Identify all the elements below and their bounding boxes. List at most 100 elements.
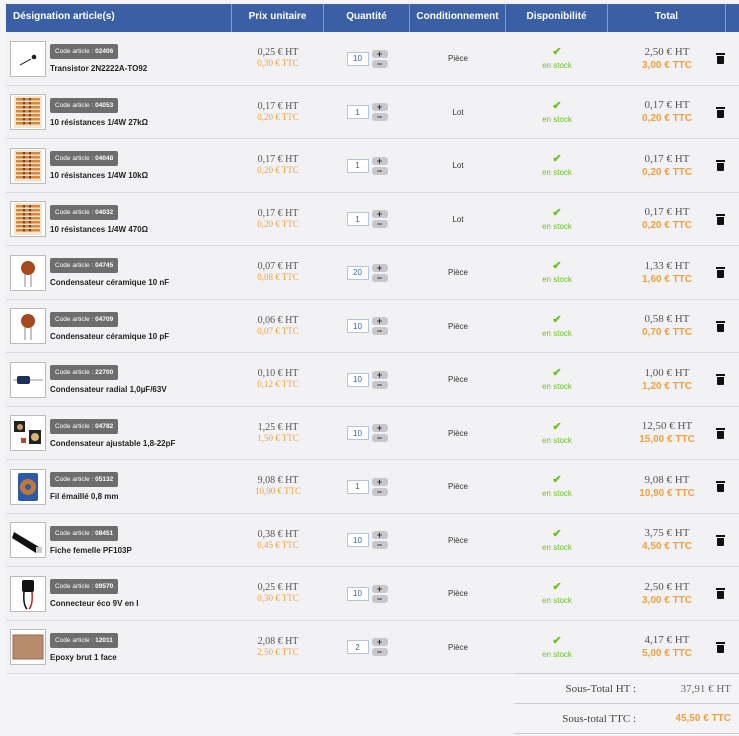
minus-icon[interactable]: − [371, 541, 388, 550]
unit-price-ttc: 0,12 € TTC [257, 379, 299, 389]
plus-icon[interactable]: + [371, 584, 388, 593]
line-total-ht: 9,08 € HT [644, 473, 690, 486]
quantity-stepper: +− [346, 637, 388, 657]
product-name[interactable]: Condensateur céramique 10 pF [50, 332, 169, 341]
trash-icon[interactable] [715, 160, 725, 171]
quantity-input[interactable] [346, 640, 369, 654]
quantity-cell: +− [324, 514, 410, 566]
plus-icon[interactable]: + [371, 210, 388, 219]
plus-icon[interactable]: + [371, 477, 388, 486]
product-thumbnail[interactable] [10, 308, 46, 344]
quantity-input[interactable] [346, 51, 369, 66]
trash-icon[interactable] [715, 481, 725, 492]
product-thumbnail[interactable] [10, 575, 46, 612]
product-thumbnail[interactable] [10, 468, 46, 505]
plus-icon[interactable]: + [371, 103, 388, 112]
product-name[interactable]: 10 résistances 1/4W 470Ω [50, 225, 148, 234]
minus-icon[interactable]: − [371, 434, 388, 443]
product-thumbnail[interactable] [10, 147, 46, 184]
quantity-input[interactable] [346, 265, 369, 280]
product-name[interactable]: 10 résistances 1/4W 27kΩ [50, 118, 148, 127]
plus-icon[interactable]: + [371, 370, 388, 379]
minus-icon[interactable]: − [371, 648, 388, 657]
quantity-input[interactable] [346, 212, 369, 226]
table-row: Code article : 04745 Condensateur céramiq… [6, 246, 739, 300]
delete-cell [708, 514, 732, 566]
product-thumbnail[interactable] [10, 94, 46, 130]
quantity-input[interactable] [346, 105, 369, 119]
subtotal-ht-row: Sous-Total HT : 37,91 € HT [514, 673, 739, 704]
trash-icon[interactable] [715, 267, 725, 278]
delete-cell [708, 86, 732, 138]
unit-price-ttc: 0,20 € TTC [257, 111, 299, 122]
trash-icon[interactable] [715, 534, 725, 546]
minus-icon[interactable]: − [371, 220, 388, 229]
quantity-input[interactable] [346, 158, 369, 173]
stock-status: en stock [542, 168, 572, 177]
product-name[interactable]: 10 résistances 1/4W 10kΩ [50, 171, 148, 180]
product-name[interactable]: Fiche femelle PF103P [50, 546, 132, 555]
article-code-badge: Code article : 04782 [50, 418, 119, 434]
stock-status: en stock [542, 114, 572, 124]
cart-header: Désignation article(s) Prix unitaire Qua… [6, 4, 739, 32]
check-icon: ✔ [552, 367, 562, 379]
product-name[interactable]: Transistor 2N2222A-TO92 [50, 64, 147, 73]
minus-icon[interactable]: − [371, 487, 388, 496]
trash-icon[interactable] [715, 374, 725, 385]
header-designation: Désignation article(s) [6, 4, 232, 32]
product-thumbnail[interactable] [10, 361, 46, 398]
product-name[interactable]: Fil émaillé 0,8 mm [50, 492, 118, 501]
plus-icon[interactable]: + [371, 638, 388, 647]
quantity-input[interactable] [346, 372, 369, 387]
product-thumbnail[interactable] [10, 40, 46, 77]
minus-icon[interactable]: − [371, 273, 388, 282]
article-code-badge: Code article : 04048 [50, 151, 119, 166]
quantity-stepper: +− [346, 316, 388, 336]
article-code: 04709 [95, 315, 114, 323]
product-thumbnail[interactable] [10, 201, 46, 237]
product-thumbnail[interactable] [10, 522, 46, 558]
quantity-input[interactable] [346, 586, 369, 601]
quantity-stepper: +− [346, 49, 388, 69]
quantity-input[interactable] [346, 479, 369, 494]
trash-icon[interactable] [715, 53, 725, 64]
plus-icon[interactable]: + [371, 424, 388, 433]
trash-icon[interactable] [715, 427, 725, 439]
stock-status: en stock [542, 649, 572, 659]
product-thumbnail[interactable] [10, 254, 46, 291]
plus-icon[interactable]: + [371, 263, 388, 272]
quantity-input[interactable] [346, 319, 369, 333]
trash-icon[interactable] [715, 213, 725, 225]
product-name[interactable]: Connecteur éco 9V en I [50, 599, 138, 608]
product-name[interactable]: Condensateur radial 1,0µF/63V [50, 385, 167, 394]
minus-icon[interactable]: − [371, 166, 388, 175]
product-name[interactable]: Condensateur céramique 10 nF [50, 278, 169, 287]
product-name[interactable]: Condensateur ajustable 1,8-22pF [50, 439, 175, 448]
quantity-input[interactable] [346, 426, 369, 440]
trash-icon[interactable] [715, 641, 725, 653]
product-thumbnail[interactable] [10, 629, 46, 665]
check-icon: ✔ [552, 313, 562, 326]
header-availability: Disponibilité [506, 4, 608, 32]
quantity-input[interactable] [346, 533, 369, 547]
trash-icon[interactable] [715, 106, 725, 118]
check-icon: ✔ [552, 46, 562, 58]
plus-icon[interactable]: + [371, 49, 388, 58]
minus-icon[interactable]: − [371, 327, 388, 336]
plus-icon[interactable]: + [371, 531, 388, 540]
unit-price-cell: 0,17 € HT 0,20 € TTC [232, 193, 324, 245]
minus-icon[interactable]: − [371, 380, 388, 389]
delete-cell [708, 300, 732, 352]
plus-icon[interactable]: + [371, 156, 388, 165]
minus-icon[interactable]: − [371, 59, 388, 68]
stock-status: en stock [542, 221, 572, 231]
plus-icon[interactable]: + [371, 317, 388, 326]
line-total-ht: 3,75 € HT [644, 527, 690, 539]
minus-icon[interactable]: − [371, 594, 388, 603]
trash-icon[interactable] [715, 588, 725, 599]
subtotal-ht-value: 37,91 € HT [680, 683, 731, 695]
minus-icon[interactable]: − [371, 113, 388, 122]
trash-icon[interactable] [715, 320, 725, 332]
product-thumbnail[interactable] [10, 415, 46, 451]
product-name[interactable]: Epoxy brut 1 face [50, 653, 117, 662]
